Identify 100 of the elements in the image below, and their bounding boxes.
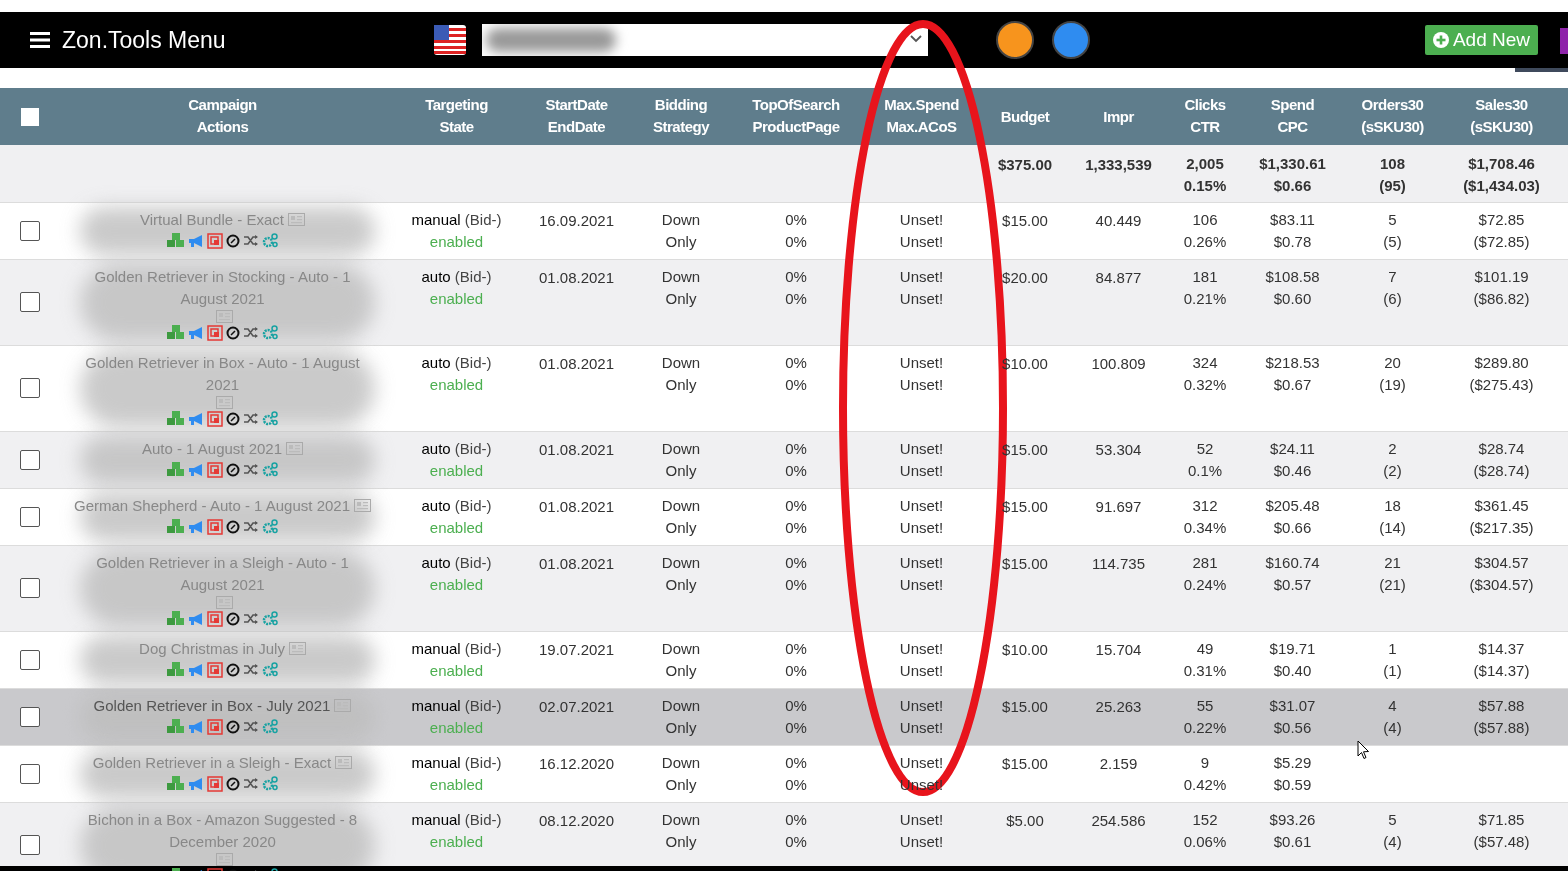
megaphone-icon[interactable]: [188, 776, 204, 791]
shuffle-icon[interactable]: [243, 612, 259, 625]
gears-icon[interactable]: [262, 776, 278, 791]
row-checkbox[interactable]: [20, 649, 40, 670]
cubes-icon[interactable]: [167, 611, 185, 626]
select-all-checkbox[interactable]: [21, 107, 39, 126]
column-header[interactable]: Budget: [1000, 105, 1050, 128]
campaign-name[interactable]: Golden Retriever in Stocking - Auto - 1 August 2021: [72, 265, 373, 310]
column-header[interactable]: Impr: [1103, 105, 1134, 128]
shuffle-icon[interactable]: [243, 234, 259, 247]
column-header[interactable]: Campaign Actions: [188, 94, 257, 138]
column-header[interactable]: Max.Spend Max.ACoS: [884, 94, 959, 138]
megaphone-icon[interactable]: [188, 462, 204, 477]
newspaper-icon[interactable]: [288, 642, 306, 655]
row-checkbox[interactable]: [20, 835, 40, 855]
column-header[interactable]: StartDate EndDate: [545, 94, 608, 138]
megaphone-icon[interactable]: [188, 519, 204, 534]
gears-icon[interactable]: [262, 519, 278, 534]
megaphone-icon[interactable]: [188, 719, 204, 734]
column-header[interactable]: Bidding Strategy: [653, 94, 709, 138]
bid-label[interactable]: (Bid-): [464, 810, 502, 828]
column-header[interactable]: Clicks CTR: [1184, 94, 1226, 138]
cubes-icon[interactable]: [167, 325, 185, 340]
cubes-icon[interactable]: [167, 719, 185, 734]
gears-icon[interactable]: [262, 662, 278, 677]
column-header[interactable]: Targeting State: [425, 94, 488, 138]
column-header[interactable]: Spend CPC: [1270, 94, 1315, 138]
row-checkbox[interactable]: [20, 220, 40, 241]
shuffle-icon[interactable]: [243, 463, 259, 476]
cubes-icon[interactable]: [167, 233, 185, 248]
menu-title[interactable]: Zon.Tools Menu: [62, 22, 226, 58]
campaign-name[interactable]: Virtual Bundle - Exact: [140, 208, 284, 231]
compass-icon[interactable]: [226, 662, 240, 677]
compass-icon[interactable]: [226, 719, 240, 734]
compass-icon[interactable]: [226, 411, 240, 426]
newspaper-icon[interactable]: [335, 756, 353, 769]
flag-icon[interactable]: [433, 24, 466, 56]
menu-icon[interactable]: [30, 32, 50, 48]
compass-icon[interactable]: [226, 611, 240, 626]
shuffle-icon[interactable]: [243, 520, 259, 533]
column-header[interactable]: Orders30 (sSKU30): [1361, 94, 1424, 138]
row-checkbox[interactable]: [20, 706, 40, 727]
cubes-icon[interactable]: [167, 519, 185, 534]
campaign-row[interactable]: Virtual Bundle - Exact manual (Bid-) enabled 16.09.2021 Down Only 0% 0% Unset! Unset! $15.00 40.449 106 0.26% $83.11 $0.78 5 (5) $72.85 ($72.85): [0, 202, 1568, 259]
campaign-row[interactable]: Dog Christmas in July manual (Bid-) enabled 19.07.2021 Down Only 0% 0% Unset! Unset! $10.00 15.704 49 0.31% $19.71 $0.40 1 (1) $14.37 ($14.37): [0, 631, 1568, 688]
gears-icon[interactable]: [262, 325, 278, 340]
campaign-name[interactable]: Dog Christmas in July: [139, 637, 285, 660]
compass-icon[interactable]: [226, 519, 240, 534]
campaign-name[interactable]: Golden Retriever in Box - Auto - 1 August 2021: [72, 351, 373, 396]
compass-icon[interactable]: [226, 462, 240, 477]
bid-label[interactable]: (Bid-): [454, 553, 492, 571]
campaign-name[interactable]: German Shepherd - Auto - 1 August 2021: [74, 494, 350, 517]
row-checkbox[interactable]: [20, 449, 40, 470]
column-header[interactable]: TopOfSearch ProductPage: [752, 94, 840, 138]
add-new-button[interactable]: Add New: [1424, 25, 1538, 55]
campaign-name[interactable]: Golden Retriever in a Sleigh - Auto - 1 August 2021: [72, 551, 373, 596]
campaign-row[interactable]: Golden Retriever in a Sleigh - Auto - 1 August 2021 auto (Bid-) enabled 01.08.2021 Down Only 0% 0% Unset! Unset! $15.00 114.735 281 0.24% $160.74 $0.57 21 (21) $304.57 ($304.57): [0, 545, 1568, 631]
cubes-icon[interactable]: [167, 462, 185, 477]
ad-type-button[interactable]: [995, 21, 1034, 59]
bid-label[interactable]: (Bid-): [454, 353, 492, 371]
megaphone-icon[interactable]: [188, 611, 204, 626]
campaign-name[interactable]: Golden Retriever in a Sleigh - Exact: [92, 751, 332, 774]
cubes-icon[interactable]: [167, 776, 185, 791]
account-dropdown[interactable]: [481, 24, 928, 56]
bid-label[interactable]: (Bid-): [464, 639, 502, 657]
gears-icon[interactable]: [262, 611, 278, 626]
bid-label[interactable]: (Bid-): [464, 210, 502, 228]
megaphone-icon[interactable]: [188, 411, 204, 426]
app-switcher-tab[interactable]: [1560, 28, 1568, 54]
bid-label[interactable]: (Bid-): [464, 696, 502, 714]
compass-icon[interactable]: [226, 233, 240, 248]
newspaper-icon[interactable]: [354, 499, 371, 512]
shuffle-icon[interactable]: [243, 326, 259, 339]
compass-icon[interactable]: [226, 325, 240, 340]
row-checkbox[interactable]: [20, 578, 40, 598]
megaphone-icon[interactable]: [188, 233, 204, 248]
bid-label[interactable]: (Bid-): [454, 267, 492, 285]
ad-type-button[interactable]: [1051, 21, 1090, 59]
campaign-name[interactable]: Golden Retriever in Box - July 2021: [93, 694, 331, 717]
shuffle-icon[interactable]: [243, 777, 259, 790]
campaign-name[interactable]: Bichon in a Box - Amazon Suggested - 8 December 2020: [72, 808, 373, 853]
row-checkbox[interactable]: [20, 378, 40, 398]
row-checkbox[interactable]: [20, 292, 40, 312]
cubes-icon[interactable]: [167, 662, 185, 677]
shuffle-icon[interactable]: [243, 412, 259, 425]
bid-label[interactable]: (Bid-): [454, 439, 492, 457]
bid-label[interactable]: (Bid-): [454, 496, 492, 514]
shuffle-icon[interactable]: [243, 720, 259, 733]
row-checkbox[interactable]: [20, 506, 40, 527]
campaign-row[interactable]: Golden Retriever in Box - July 2021 manual (Bid-) enabled 02.07.2021 Down Only 0% 0% Unset! Unset! $15.00 25.263 55 0.22% $31.07 $0.56 4 (4) $57.88 ($57.88): [0, 688, 1568, 745]
bid-label[interactable]: (Bid-): [464, 753, 502, 771]
gears-icon[interactable]: [262, 411, 278, 426]
cubes-icon[interactable]: [167, 411, 185, 426]
column-header[interactable]: Sales30 (sSKU30): [1470, 94, 1533, 138]
megaphone-icon[interactable]: [188, 325, 204, 340]
newspaper-icon[interactable]: [286, 442, 304, 455]
megaphone-icon[interactable]: [188, 662, 204, 677]
gears-icon[interactable]: [262, 233, 278, 248]
gears-icon[interactable]: [262, 719, 278, 734]
row-checkbox[interactable]: [20, 763, 40, 784]
